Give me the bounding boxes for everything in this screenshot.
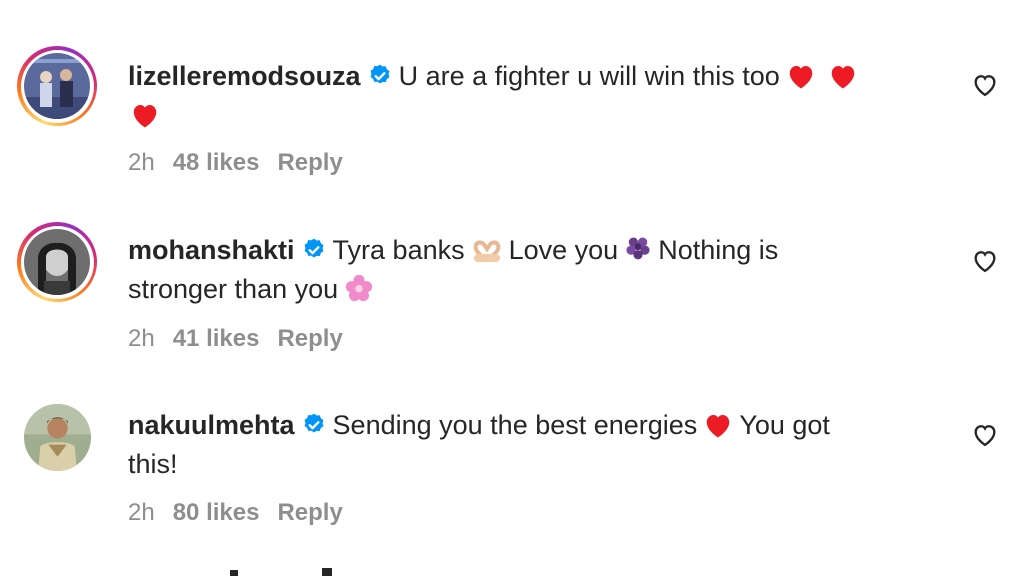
verified-badge-icon: [370, 64, 390, 84]
verified-badge-icon: [304, 238, 323, 258]
red-heart-icon: [789, 66, 812, 89]
reply-button[interactable]: Reply: [277, 499, 342, 526]
heart-outline-icon[interactable]: [971, 421, 999, 449]
pink-blossom-icon: [346, 274, 373, 302]
heart-hands-icon: [473, 240, 501, 263]
comment-text: You got: [739, 410, 830, 440]
comment-text: stronger than you: [128, 274, 339, 304]
comment-text: Nothing is: [658, 235, 779, 265]
comment-body: mohanshakti Tyra banks Love you Nothing is s…: [128, 231, 928, 309]
username[interactable]: lizelleremodsouza: [128, 61, 361, 91]
comment-text: U are a fighter u will win this too: [398, 61, 780, 91]
avatar: [24, 53, 90, 119]
comment-meta: 2h 41 likes Reply: [128, 325, 361, 353]
reply-button[interactable]: Reply: [277, 325, 342, 352]
username[interactable]: mohanshakti: [128, 235, 295, 265]
comment-text: this!: [128, 449, 178, 479]
comment-time[interactable]: 2h: [128, 325, 155, 352]
red-heart-icon: [133, 105, 157, 128]
username[interactable]: nakuulmehta: [128, 410, 295, 440]
likes-count[interactable]: 48 likes: [173, 149, 260, 176]
avatar-story-ring[interactable]: [17, 222, 97, 302]
avatar-story-ring[interactable]: [17, 46, 97, 126]
comment-text: Tyra banks: [332, 235, 465, 265]
comment-meta: 2h 48 likes Reply: [128, 149, 361, 177]
heart-outline-icon[interactable]: [971, 71, 999, 99]
reply-button[interactable]: Reply: [277, 149, 342, 176]
comment-body: nakuulmehta Sending you the best energies…: [128, 406, 928, 484]
comment-time[interactable]: 2h: [128, 149, 155, 176]
red-heart-icon: [707, 415, 730, 438]
avatar-ring-gap: [20, 49, 94, 123]
red-heart-icon: [831, 66, 854, 89]
next-comment-cutoff: [230, 568, 332, 576]
avatar: [24, 229, 90, 295]
comment-meta: 2h 80 likes Reply: [128, 499, 361, 527]
avatar-ring-gap: [20, 225, 94, 299]
likes-count[interactable]: 80 likes: [173, 499, 260, 526]
avatar[interactable]: [24, 404, 91, 471]
comment-time[interactable]: 2h: [128, 499, 155, 526]
purple-flower-icon: [626, 237, 650, 260]
comment-body: lizelleremodsouza U are a fighter u will …: [128, 57, 928, 135]
likes-count[interactable]: 41 likes: [173, 325, 260, 352]
verified-badge-icon: [304, 413, 323, 433]
comment-text: Love you: [508, 235, 619, 265]
heart-outline-icon[interactable]: [971, 247, 999, 275]
avatar-image: [24, 404, 91, 471]
comment-text: Sending you the best energies: [332, 410, 698, 440]
